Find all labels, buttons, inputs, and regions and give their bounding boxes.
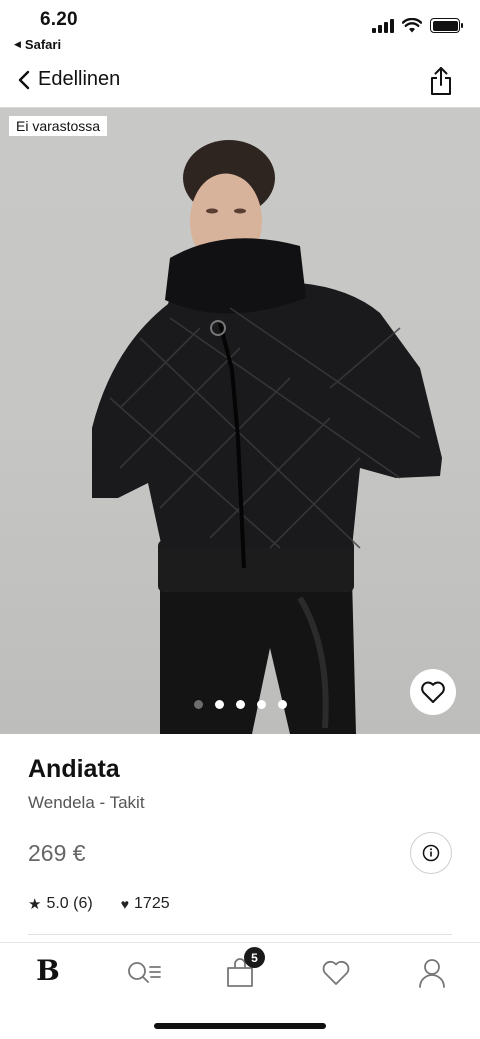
navigation-bar: Edellinen xyxy=(0,56,480,108)
carousel-dot[interactable] xyxy=(256,700,266,709)
tab-favorites[interactable] xyxy=(288,943,384,1002)
star-icon: ★ xyxy=(28,896,42,913)
stock-status-badge: Ei varastossa xyxy=(9,116,108,136)
heart-outline-icon xyxy=(421,681,445,703)
tab-home[interactable]: B xyxy=(0,943,96,1002)
divider xyxy=(28,934,452,935)
rating[interactable]: ★ 5.0 (6) xyxy=(28,895,93,913)
carousel-dot[interactable] xyxy=(214,700,224,709)
heart-filled-icon: ♥ xyxy=(120,896,130,912)
cellular-signal-icon xyxy=(372,18,394,33)
product-brand-category[interactable]: Wendela - Takit xyxy=(28,793,145,813)
share-icon xyxy=(431,67,451,95)
chevron-left-icon xyxy=(18,70,30,89)
carousel-indicator xyxy=(0,700,480,709)
brand-logo: B xyxy=(36,954,60,987)
product-image-carousel[interactable]: Ei varastossa xyxy=(0,108,480,734)
product-price: 269 € xyxy=(28,840,86,866)
status-time: 6.20 xyxy=(40,9,78,30)
tab-cart[interactable]: 5 xyxy=(192,943,288,1002)
rating-value: 5.0 (6) xyxy=(46,895,93,912)
tab-bar: B 5 xyxy=(0,942,480,1002)
status-bar: 6.20 ◀ Safari xyxy=(0,0,480,56)
carousel-dot[interactable] xyxy=(193,700,203,709)
info-icon xyxy=(422,844,440,862)
return-to-safari[interactable]: ◀ Safari xyxy=(14,37,61,52)
like-count-value: 1725 xyxy=(134,895,170,912)
favorite-button[interactable] xyxy=(410,669,456,715)
like-count: ♥ 1725 xyxy=(121,895,170,913)
carousel-dot[interactable] xyxy=(235,700,245,709)
product-photo xyxy=(92,140,442,734)
home-indicator[interactable] xyxy=(154,1023,326,1029)
cart-count-badge: 5 xyxy=(244,947,265,968)
tab-search[interactable] xyxy=(96,943,192,1002)
status-icons xyxy=(372,18,463,33)
user-icon xyxy=(419,958,445,988)
back-label: Edellinen xyxy=(38,68,121,90)
carousel-dot[interactable] xyxy=(277,700,287,709)
back-triangle-icon: ◀ xyxy=(14,39,21,49)
back-button[interactable]: Edellinen xyxy=(18,68,120,91)
share-button[interactable] xyxy=(428,66,454,96)
product-meta: ★ 5.0 (6) ♥ 1725 xyxy=(28,895,170,913)
tab-profile[interactable] xyxy=(384,943,480,1002)
battery-icon xyxy=(430,18,463,33)
heart-icon xyxy=(322,960,350,985)
wifi-icon xyxy=(402,18,422,33)
price-info-button[interactable] xyxy=(410,832,452,874)
search-menu-icon xyxy=(128,961,161,983)
return-app-label: Safari xyxy=(24,37,62,52)
product-name: Andiata xyxy=(28,755,120,783)
